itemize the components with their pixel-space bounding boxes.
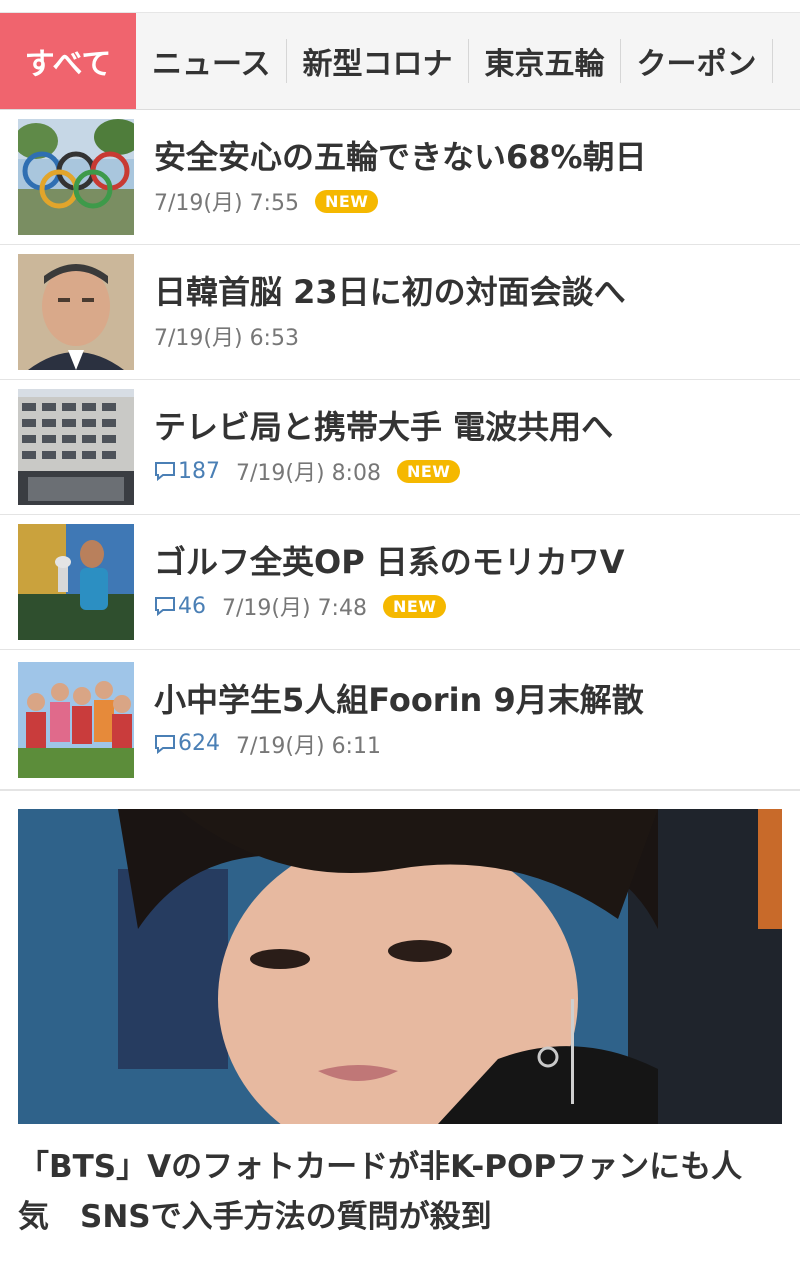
article-date: 7/19(月) 6:53 [154, 326, 299, 351]
office-building-photo [18, 389, 134, 505]
feature-image [18, 809, 782, 1124]
list-item[interactable]: 日韓首脳 23日に初の対面会談へ 7/19(月) 6:53 [0, 245, 800, 380]
tab-label: クーポン [636, 47, 757, 82]
new-badge: NEW [314, 189, 379, 213]
article-date: 7/19(月) 8:08 [236, 461, 381, 486]
article-thumbnail [18, 661, 134, 778]
list-item[interactable]: テレビ局と携帯大手 電波共用へ 187 7/19(月) 8:08 NEW [0, 380, 800, 515]
tab-label: 東京五輪 [484, 47, 605, 82]
feature-title: 「BTS」Vのフォトカードが非K-POPファンにも人気 SNSで入手方法の質問が… [18, 1149, 743, 1235]
comment-count[interactable]: 624 [154, 731, 220, 756]
comment-count-value: 624 [178, 731, 220, 756]
feature-article[interactable]: 「BTS」Vのフォトカードが非K-POPファンにも人気 SNSで入手方法の質問が… [0, 791, 800, 1242]
article-date: 7/19(月) 6:11 [236, 733, 381, 759]
tab-all[interactable]: すべて [0, 13, 136, 109]
article-date: 7/19(月) 7:48 [222, 596, 367, 621]
article-title: 安全安心の五輪できない68%朝日 [154, 138, 647, 176]
article-title: 日韓首脳 23日に初の対面会談へ [154, 273, 626, 311]
new-badge: NEW [382, 594, 447, 618]
list-item[interactable]: 小中学生5人組Foorin 9月末解散 624 7/19(月) 6:11 [0, 650, 800, 791]
article-thumbnail [18, 389, 134, 505]
comment-icon [155, 734, 175, 754]
comment-count-value: 46 [178, 593, 206, 619]
article-thumbnail [18, 119, 134, 235]
tab-tokyo-olympics[interactable]: 東京五輪 [469, 13, 621, 109]
article-title: 小中学生5人組Foorin 9月末解散 [154, 680, 644, 719]
article-title: ゴルフ全英OP 日系のモリカワV [154, 543, 625, 581]
list-item[interactable]: 安全安心の五輪できない68%朝日 7/19(月) 7:55 NEW [0, 110, 800, 245]
golfer-trophy-photo [18, 524, 134, 640]
comment-count[interactable]: 187 [154, 459, 220, 484]
olympic-rings-photo [18, 119, 134, 235]
tab-covid[interactable]: 新型コロナ [287, 13, 469, 109]
article-date: 7/19(月) 7:55 [154, 191, 299, 216]
list-item[interactable]: ゴルフ全英OP 日系のモリカワV 46 7/19(月) 7:48 NEW [0, 515, 800, 650]
top-edge [0, 0, 800, 13]
tab-coupon[interactable]: クーポン [621, 13, 773, 109]
portrait-photo [18, 809, 782, 1124]
new-badge: NEW [396, 459, 461, 483]
tab-label: ニュース [152, 47, 271, 82]
comment-count[interactable]: 46 [154, 594, 206, 619]
article-thumbnail [18, 254, 134, 370]
politician-portrait-photo [18, 254, 134, 370]
music-group-photo [18, 661, 134, 778]
comment-icon [155, 462, 175, 481]
article-thumbnail [18, 524, 134, 640]
tab-label: すべて [24, 47, 112, 82]
tab-label: 新型コロナ [302, 47, 453, 82]
comment-icon [155, 597, 175, 616]
category-tabs: すべて ニュース 新型コロナ 東京五輪 クーポン [0, 13, 800, 110]
article-title: テレビ局と携帯大手 電波共用へ [154, 408, 614, 446]
tab-news[interactable]: ニュース [136, 13, 287, 109]
article-list: 安全安心の五輪できない68%朝日 7/19(月) 7:55 NEW 日韓首脳 2… [0, 110, 800, 791]
comment-count-value: 187 [178, 458, 220, 484]
